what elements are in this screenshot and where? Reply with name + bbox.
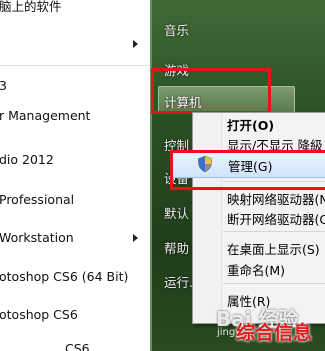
annotation-box-computer [151,68,271,114]
program-item[interactable]: CS6 [65,338,150,351]
program-label: 3 [0,78,7,93]
menu-item-map-drive[interactable]: 映射网络驱动器(N) [227,189,325,208]
program-label: dio 2012 [0,152,54,167]
menu-separator [223,231,325,232]
program-list: 脑上的软件 3 r Management dio 2012 Profession… [0,0,150,351]
music-link[interactable]: 音乐 [164,20,189,39]
program-item[interactable]: r Management [0,105,150,127]
menu-item-open[interactable]: 打开(O) [227,115,274,134]
program-item[interactable]: otoshop CS6 [0,304,150,326]
menu-item-show-on-desktop[interactable]: 在桌面上显示(S) [227,239,320,258]
all-programs-item[interactable] [0,33,150,55]
program-label: r Management [0,108,91,123]
program-label: otoshop CS6 [0,307,78,322]
program-label: otoshop CS6 (64 Bit) [0,269,129,284]
program-label: CS6 [65,341,90,351]
menu-gutter [193,113,222,323]
divider [0,65,150,66]
program-label: 脑上的软件 [0,0,62,14]
program-item[interactable]: dio 2012 [0,149,150,171]
brand-watermark: 综合信息 [236,322,313,344]
chevron-right-icon [133,40,138,48]
column-edge [150,0,152,351]
program-item[interactable]: 脑上的软件 [0,0,150,18]
program-label: Workstation [0,230,74,245]
menu-item-rename[interactable]: 重命名(M) [227,260,285,279]
program-item[interactable]: otoshop CS6 (64 Bit) [0,266,150,288]
annotation-box-manage [170,150,325,190]
program-label: Professional [0,192,75,207]
menu-item-disconnect-drive[interactable]: 断开网络驱动器(C) [227,209,325,228]
menu-separator [223,283,325,284]
context-menu: 打开(O) 显示/不显示 降級 映射网络驱动器(N) 断开网络驱动器(C) 在桌… [192,112,325,324]
program-item[interactable]: 3 [0,75,150,97]
chevron-right-icon [133,234,138,242]
default-programs-link[interactable]: 默认 [164,203,189,222]
program-item[interactable]: Professional [0,189,150,211]
program-item-workstation[interactable]: Workstation [0,227,150,249]
help-link[interactable]: 帮助 [164,238,189,257]
